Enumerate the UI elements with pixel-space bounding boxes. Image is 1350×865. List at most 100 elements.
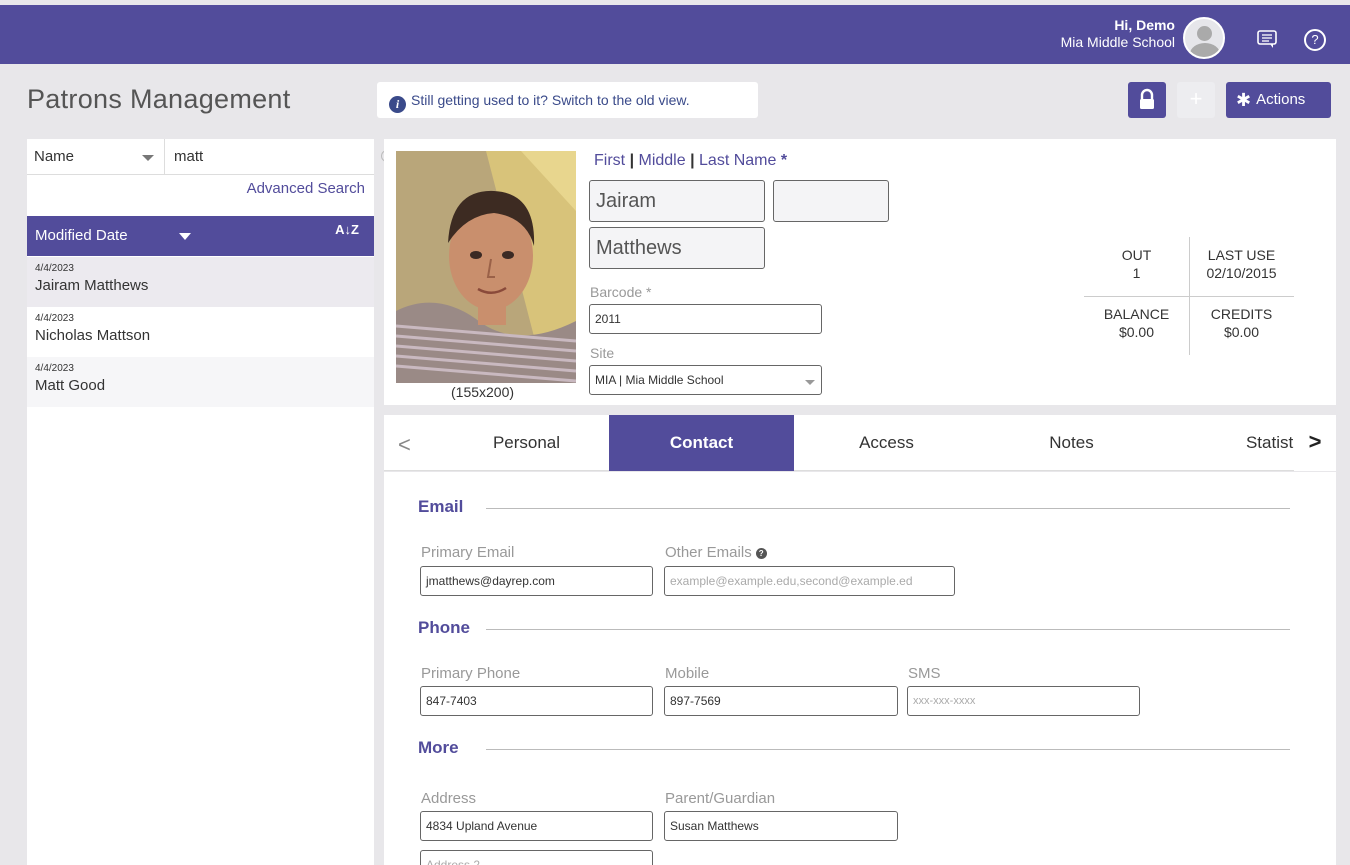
address-2-field[interactable]: Address 2 [420, 850, 653, 865]
stat-balance-value: $0.00 [1118, 324, 1155, 340]
stats-divider [1084, 296, 1294, 297]
site-select[interactable]: MIA | Mia Middle School [589, 365, 822, 395]
stat-credits-label: CREDITS [1210, 306, 1273, 322]
other-emails-label-wrap: Other Emails? [665, 544, 767, 561]
tab-notes[interactable]: Notes [979, 415, 1164, 471]
chevron-right-icon[interactable]: > [1294, 415, 1336, 471]
section-divider [486, 629, 1290, 630]
tab-personal[interactable]: Personal [444, 415, 609, 471]
guardian-label: Parent/Guardian [665, 790, 776, 807]
top-bar: Hi, Demo Mia Middle School ? [0, 5, 1350, 64]
sort-bar[interactable]: Modified Date A↓Z [27, 216, 374, 256]
search-input[interactable]: matt [174, 139, 354, 175]
old-view-notice[interactable]: i Still getting used to it? Switch to the… [377, 82, 758, 118]
section-divider [486, 749, 1290, 750]
stat-last-use-value: 02/10/2015 [1206, 265, 1277, 281]
tab-statistics[interactable]: Statistics [1164, 415, 1314, 471]
stat-out-label: OUT [1121, 247, 1152, 263]
email-section-title: Email [418, 497, 464, 516]
patron-photo[interactable] [396, 151, 576, 383]
sort-az-icon[interactable]: A↓Z [335, 216, 359, 237]
barcode-field[interactable]: 2011 [589, 304, 822, 334]
primary-email-field[interactable]: jmatthews@dayrep.com [420, 566, 653, 596]
chevron-left-icon[interactable]: < [398, 432, 411, 458]
stat-credits-value: $0.00 [1223, 324, 1260, 340]
avatar[interactable] [1183, 17, 1225, 59]
last-name-field[interactable]: Matthews [589, 227, 765, 269]
chevron-down-icon [142, 155, 154, 161]
stat-credits: CREDITS $0.00 [1189, 305, 1294, 341]
avatar-head [1197, 26, 1212, 41]
last-name-label: Last Name [699, 152, 777, 169]
sms-label: SMS [908, 665, 941, 682]
stat-last-use-label: LAST USE [1207, 247, 1276, 263]
search-field-value: Name [34, 148, 75, 165]
lock-button[interactable] [1128, 82, 1166, 118]
site-label: Site [590, 345, 615, 361]
stat-balance: BALANCE $0.00 [1084, 305, 1189, 341]
chevron-down-icon [179, 233, 191, 240]
help-icon[interactable]: ? [755, 548, 767, 559]
chat-icon[interactable] [1256, 29, 1278, 49]
barcode-label: Barcode * [590, 284, 652, 300]
gear-icon: ✱ [1236, 90, 1252, 110]
chevron-down-icon [805, 380, 815, 385]
stat-balance-label: BALANCE [1103, 306, 1170, 322]
primary-phone-label: Primary Phone [421, 665, 521, 682]
user-info[interactable]: Hi, Demo Mia Middle School [1061, 17, 1175, 51]
sort-field: Modified Date [35, 227, 128, 244]
other-emails-field[interactable]: example@example.edu,second@example.ed [664, 566, 955, 596]
result-date: 4/4/2023 [35, 263, 74, 274]
info-icon: i [389, 96, 406, 113]
first-label: First [594, 152, 626, 169]
school-name: Mia Middle School [1060, 34, 1175, 50]
mobile-field[interactable]: 897-7569 [664, 686, 898, 716]
required-mark: * [780, 152, 788, 169]
stat-last-use: LAST USE 02/10/2015 [1189, 246, 1294, 282]
address-label: Address [421, 790, 477, 807]
help-icon[interactable]: ? [1304, 29, 1326, 51]
middle-name-field[interactable] [773, 180, 889, 222]
primary-email-label: Primary Email [421, 544, 515, 561]
page-title: Patrons Management [27, 84, 291, 114]
result-date: 4/4/2023 [35, 313, 74, 324]
address-field[interactable]: 4834 Upland Avenue [420, 811, 653, 841]
stat-out: OUT 1 [1084, 246, 1189, 282]
result-name: Jairam Matthews [35, 277, 149, 294]
result-row[interactable]: 4/4/2023 Matt Good [27, 357, 374, 407]
patron-photo-image [396, 151, 576, 383]
name-label: First | Middle | Last Name * [594, 152, 787, 170]
search-field-select[interactable]: Name [27, 139, 165, 175]
section-divider [486, 508, 1290, 509]
phone-section-title: Phone [418, 618, 470, 637]
photo-caption: (155x200) [451, 384, 515, 400]
label-separator: | [629, 152, 635, 169]
add-patron-button[interactable]: + [1177, 82, 1215, 118]
actions-label: Actions [1256, 91, 1306, 108]
middle-label: Middle [638, 152, 686, 169]
sms-field[interactable]: xxx-xxx-xxxx [907, 686, 1140, 716]
result-row[interactable]: 4/4/2023 Jairam Matthews [27, 257, 374, 307]
tab-access[interactable]: Access [794, 415, 979, 471]
mobile-label: Mobile [665, 665, 710, 682]
guardian-field[interactable]: Susan Matthews [664, 811, 898, 841]
notice-text: Still getting used to it? Switch to the … [411, 92, 690, 108]
other-emails-label: Other Emails [665, 544, 752, 561]
tab-contact[interactable]: Contact [609, 415, 794, 471]
more-section-title: More [418, 738, 459, 757]
contact-panel [384, 472, 1336, 865]
search-bar: Name matt × [27, 139, 393, 175]
patron-stats: OUT 1 LAST USE 02/10/2015 BALANCE $0.00 … [1084, 237, 1294, 355]
result-row[interactable]: 4/4/2023 Nicholas Mattson [27, 307, 374, 357]
avatar-body [1190, 43, 1220, 57]
advanced-search-link[interactable]: Advanced Search [247, 180, 365, 197]
result-name: Nicholas Mattson [35, 327, 151, 344]
primary-phone-field[interactable]: 847-7403 [420, 686, 653, 716]
stat-out-value: 1 [1132, 265, 1141, 281]
result-date: 4/4/2023 [35, 363, 74, 374]
patron-tabs: Personal Contact Access Notes Statistics [384, 415, 1336, 471]
user-greeting: Hi, Demo [1114, 17, 1175, 33]
first-name-field[interactable]: Jairam [589, 180, 765, 222]
result-name: Matt Good [35, 377, 106, 394]
actions-button[interactable]: ✱ Actions [1226, 82, 1331, 118]
